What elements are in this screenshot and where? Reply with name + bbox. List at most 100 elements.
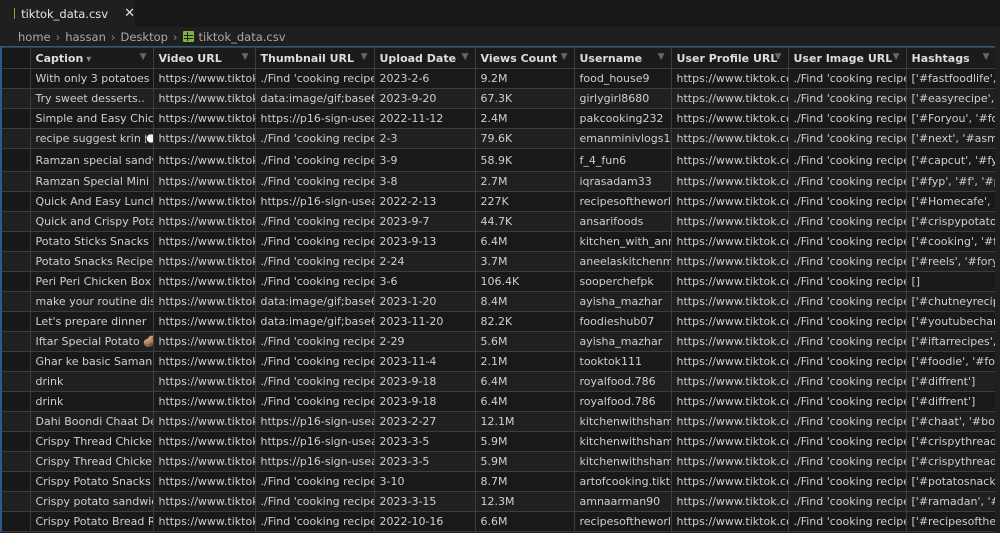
table-cell[interactable]: ['#fastfoodlife', ' (905, 68, 997, 89)
table-cell[interactable]: 67.3K (474, 88, 575, 109)
table-cell[interactable]: https://www.tiktok (152, 351, 256, 372)
table-cell[interactable]: Quick and Crispy Potato (29, 211, 154, 232)
table-cell[interactable]: 2023-3-5 (373, 431, 476, 452)
table-cell[interactable]: https://p16-sign-useas (254, 431, 375, 452)
breadcrumb-file[interactable]: tiktok_data.csv (199, 30, 286, 44)
table-cell[interactable]: ./Find 'cooking recipes (787, 471, 907, 492)
table-row[interactable]: Dahi Boondi Chaat Det https://www.tiktok h… (0, 411, 997, 432)
breadcrumb-hassan[interactable]: hassan (65, 30, 106, 44)
table-cell[interactable]: 82.2K (474, 311, 575, 332)
table-cell[interactable]: https://www.tiktok (152, 451, 256, 472)
table-cell[interactable]: Potato Snacks Recipe | (29, 251, 154, 272)
table-cell[interactable]: Crispy potato sandwich (29, 491, 154, 512)
table-cell[interactable]: drink (29, 391, 154, 412)
table-cell[interactable]: 9.2M (474, 68, 575, 89)
table-cell[interactable]: recipesoftheworld (573, 511, 672, 532)
table-cell[interactable]: https://www.tiktok.co (670, 391, 789, 412)
table-cell[interactable]: https://www.tiktok (152, 108, 256, 129)
row-header[interactable] (0, 351, 31, 372)
row-header[interactable] (0, 391, 31, 412)
table-row[interactable]: Try sweet desserts.. https://www.tiktok da… (0, 88, 997, 109)
table-cell[interactable]: 106.4K (474, 271, 575, 292)
table-cell[interactable]: ['#recipesofthew (905, 511, 997, 532)
table-cell[interactable]: https://www.tiktok (152, 191, 256, 212)
table-cell[interactable]: https://www.tiktok.co (670, 211, 789, 232)
table-cell[interactable]: https://www.tiktok.co (670, 271, 789, 292)
table-row[interactable]: Ghar ke basic Saman sehttps://www.tiktok… (0, 351, 997, 372)
row-header[interactable] (0, 471, 31, 492)
table-cell[interactable]: ./Find 'cooking recipes (254, 148, 375, 172)
table-cell[interactable]: https://p16-sign-useas (254, 191, 375, 212)
table-cell[interactable]: ./Find 'cooking recipes (787, 331, 907, 352)
table-cell[interactable]: https://www.tiktok.co (670, 128, 789, 149)
table-cell[interactable]: ./Find 'cooking recipes (254, 391, 375, 412)
table-cell[interactable]: https://www.tiktok.co (670, 251, 789, 272)
table-cell[interactable]: https://p16-sign-useas (254, 411, 375, 432)
table-row[interactable]: recipe suggest krin 🍽️ https://www.tiktok… (0, 128, 997, 149)
table-cell[interactable]: https://www.tiktok (152, 431, 256, 452)
table-cell[interactable]: 6.6M (474, 511, 575, 532)
table-cell[interactable]: ./Find 'cooking recipes (254, 331, 375, 352)
table-cell[interactable]: data:image/gif;base64 (254, 291, 375, 312)
filter-icon[interactable]: ▼ (140, 52, 147, 62)
table-row[interactable]: Quick And Easy Lunch/https://www.tiktok h… (0, 191, 997, 212)
table-cell[interactable]: 12.3M (474, 491, 575, 512)
table-cell[interactable]: 3-8 (373, 171, 476, 192)
table-cell[interactable]: ./Find 'cooking recipes (254, 491, 375, 512)
table-cell[interactable]: Try sweet desserts.. (29, 88, 154, 109)
table-cell[interactable]: https://www.tiktok.co (670, 108, 789, 129)
table-cell[interactable]: recipe suggest krin 🍽️ (29, 128, 154, 149)
filter-icon[interactable]: ▼ (775, 52, 782, 62)
row-header[interactable] (0, 331, 31, 352)
table-cell[interactable]: 8.7M (474, 471, 575, 492)
table-cell[interactable]: kitchenwithshama (573, 411, 672, 432)
table-cell[interactable]: Let's prepare dinner (29, 311, 154, 332)
row-header[interactable] (0, 451, 31, 472)
table-cell[interactable]: amnaarman90 (573, 491, 672, 512)
table-cell[interactable]: foodieshub07 (573, 311, 672, 332)
table-cell[interactable]: ['#diffrent'] (905, 391, 997, 412)
table-cell[interactable]: f_4_fun6 (573, 148, 672, 172)
table-row[interactable]: make your routine dish https://www.tiktok… (0, 291, 997, 312)
table-cell[interactable]: https://www.tiktok.co (670, 171, 789, 192)
table-cell[interactable]: food_house9 (573, 68, 672, 89)
table-row[interactable]: Crispy potato sandwich https://www.tiktok… (0, 491, 997, 512)
table-cell[interactable]: ['#fyp', '#f', '#pit (905, 171, 997, 192)
row-header[interactable] (0, 371, 31, 392)
table-cell[interactable]: ./Find 'cooking recipes (787, 211, 907, 232)
table-cell[interactable]: aneelaskitchenme (573, 251, 672, 272)
table-cell[interactable]: ./Find 'cooking recipes (787, 68, 907, 89)
table-cell[interactable]: https://www.tiktok (152, 391, 256, 412)
table-cell[interactable]: ./Find 'cooking recipes (787, 311, 907, 332)
filter-icon[interactable]: ▼ (361, 52, 368, 62)
table-cell[interactable]: ./Find 'cooking recipes (787, 411, 907, 432)
table-cell[interactable]: ['#reels', '#foryo (905, 251, 997, 272)
row-header[interactable] (0, 88, 31, 109)
table-cell[interactable]: https://www.tiktok (152, 148, 256, 172)
table-cell[interactable]: https://www.tiktok.co (670, 88, 789, 109)
table-cell[interactable]: 2-29 (373, 331, 476, 352)
table-cell[interactable]: ./Find 'cooking recipes (787, 431, 907, 452)
table-cell[interactable]: Ramzan special sandwich (29, 148, 154, 172)
table-cell[interactable]: tooktok111 (573, 351, 672, 372)
table-cell[interactable]: ['#crispypotatoe (905, 211, 997, 232)
table-cell[interactable]: ./Find 'cooking recipes (254, 251, 375, 272)
table-cell[interactable]: 2023-2-27 (373, 411, 476, 432)
row-header[interactable] (0, 171, 31, 192)
table-cell[interactable]: kitchenwithshama (573, 431, 672, 452)
table-cell[interactable]: https://www.tiktok.co (670, 411, 789, 432)
table-cell[interactable]: 2023-1-20 (373, 291, 476, 312)
table-row[interactable]: Let's prepare dinner https://www.tiktok da… (0, 311, 997, 332)
table-cell[interactable]: ./Find 'cooking recipes (787, 351, 907, 372)
table-row[interactable]: Potato Snacks Recipe | https://www.tiktok… (0, 251, 997, 272)
table-row[interactable]: Ramzan special sandwichhttps://www.tikto… (0, 148, 997, 172)
table-cell[interactable]: 2023-3-15 (373, 491, 476, 512)
table-cell[interactable]: https://www.tiktok.co (670, 471, 789, 492)
table-row[interactable]: Simple and Easy Chickenhttps://www.tikto… (0, 108, 997, 129)
table-cell[interactable]: 6.4M (474, 371, 575, 392)
table-cell[interactable]: ['#diffrent'] (905, 371, 997, 392)
table-cell[interactable]: ['#next', '#asmr', (905, 128, 997, 149)
table-cell[interactable]: ./Find 'cooking recipes (787, 171, 907, 192)
row-header[interactable] (0, 128, 31, 149)
table-cell[interactable]: 12.1M (474, 411, 575, 432)
